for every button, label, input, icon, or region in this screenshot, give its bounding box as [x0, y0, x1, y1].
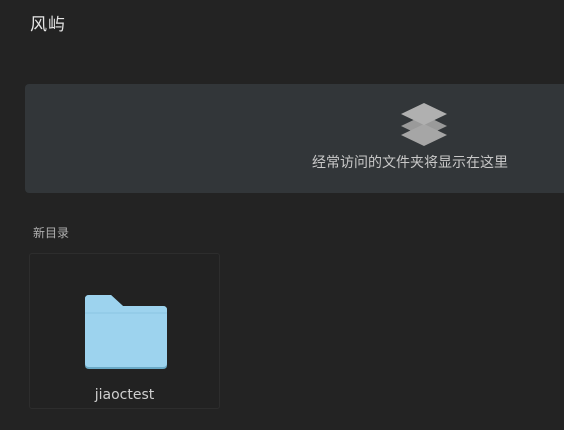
frequent-folders-empty-message: 经常访问的文件夹将显示在这里	[312, 155, 508, 171]
folder-item[interactable]: jiaoctest	[29, 253, 220, 409]
section-label-new-directory: 新目录	[33, 226, 70, 240]
folder-name: jiaoctest	[94, 387, 155, 403]
layers-icon	[401, 103, 447, 146]
folder-icon	[85, 295, 167, 369]
frequent-folders-panel: 经常访问的文件夹将显示在这里	[25, 84, 564, 193]
app-title: 风屿	[30, 15, 66, 35]
